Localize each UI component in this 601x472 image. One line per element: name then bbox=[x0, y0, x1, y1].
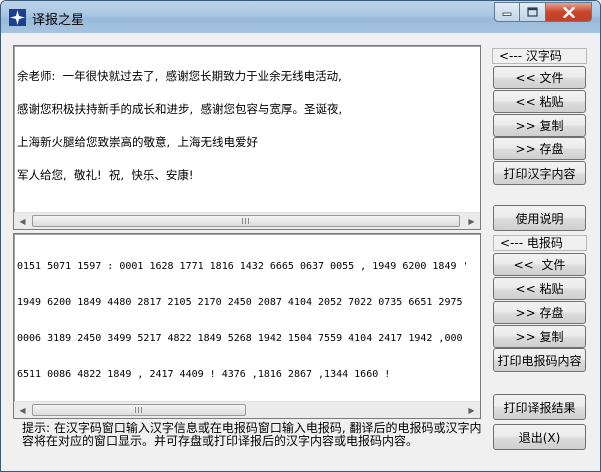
hanzi-textarea[interactable]: 余老师: 一年很快就过去了, 感谢您长期致力于业余无线电活动, 感谢您积极扶持新… bbox=[13, 45, 481, 230]
hanzi-line: 感谢您积极扶持新手的成长和进步, 感谢您包容与宽厚。圣诞夜, bbox=[17, 102, 343, 116]
telegraph-copy-button[interactable]: >> 复制 bbox=[493, 325, 586, 348]
print-telegraph-button[interactable]: 打印电报码内容 bbox=[493, 348, 586, 372]
scroll-left-arrow-icon[interactable]: ◀ bbox=[14, 402, 31, 418]
hanzi-open-file-button[interactable]: << 文件 bbox=[493, 66, 586, 89]
grip-icon bbox=[241, 218, 251, 224]
close-icon bbox=[562, 6, 575, 18]
hanzi-line: 上海新火腿给您致崇高的敬意, 上海无线电爱好 bbox=[17, 135, 258, 149]
scrollbar-thumb[interactable] bbox=[32, 215, 460, 227]
minimize-button[interactable] bbox=[494, 2, 520, 22]
client-area: 余老师: 一年很快就过去了, 感谢您长期致力于业余无线电活动, 感谢您积极扶持新… bbox=[9, 33, 594, 465]
title-bar[interactable]: 译报之星 bbox=[1, 1, 600, 33]
maximize-button[interactable] bbox=[520, 2, 546, 22]
hanzi-line: 余老师: 一年很快就过去了, 感谢您长期致力于业余无线电活动, bbox=[17, 69, 342, 83]
app-window: 译报之星 余老师: 一年很快就过去了, 感谢您长期致力于业余无线电活动, 感谢您… bbox=[0, 0, 601, 472]
telegraph-save-button[interactable]: >> 存盘 bbox=[493, 301, 586, 324]
telegraph-line: 0006 3189 2450 3499 5217 4822 1849 5268 … bbox=[17, 333, 463, 344]
print-hanzi-button[interactable]: 打印汉字内容 bbox=[493, 161, 586, 185]
hanzi-horizontal-scrollbar[interactable]: ◀ ▶ bbox=[14, 212, 480, 229]
telegraph-line: 1949 6200 1849 4480 2817 2105 2170 2450 … bbox=[17, 297, 463, 308]
close-button[interactable] bbox=[546, 2, 592, 22]
telegraph-horizontal-scrollbar[interactable]: ◀ ▶ bbox=[14, 401, 480, 418]
hanzi-save-button[interactable]: >> 存盘 bbox=[493, 137, 586, 160]
telegraph-textarea[interactable]: 0151 5071 1597 : 0001 1628 1771 1816 143… bbox=[13, 233, 481, 419]
scroll-right-arrow-icon[interactable]: ▶ bbox=[463, 402, 480, 418]
telegraph-line: 6511 0086 4822 1849 , 2417 4409 ! 4376 ,… bbox=[17, 369, 391, 380]
maximize-icon bbox=[527, 7, 538, 17]
hanzi-copy-button[interactable]: >> 复制 bbox=[493, 114, 586, 137]
hanzi-line: 军人给您, 敬礼! 祝, 快乐、安康! bbox=[17, 168, 194, 182]
scroll-right-arrow-icon[interactable]: ▶ bbox=[463, 213, 480, 229]
scroll-left-arrow-icon[interactable]: ◀ bbox=[14, 213, 31, 229]
hanzi-text: 余老师: 一年很快就过去了, 感谢您长期致力于业余无线电活动, 感谢您积极扶持新… bbox=[17, 49, 477, 203]
print-result-button[interactable]: 打印译报结果 bbox=[493, 394, 586, 420]
exit-button[interactable]: 退出(X) bbox=[493, 424, 586, 450]
telegraph-text: 0151 5071 1597 : 0001 1628 1771 1816 143… bbox=[17, 237, 477, 405]
scrollbar-thumb[interactable] bbox=[32, 404, 246, 416]
telegraph-code-label: <--- 电报码 bbox=[493, 235, 587, 251]
hint-text: 提示: 在汉字码窗口输入汉字信息或在电报码窗口输入电报码, 翻译后的电报码或汉字… bbox=[22, 421, 482, 448]
minimize-icon bbox=[502, 12, 512, 16]
app-star-icon bbox=[9, 9, 26, 26]
telegraph-line: 0151 5071 1597 : 0001 1628 1771 1816 143… bbox=[17, 261, 469, 272]
telegraph-paste-button[interactable]: << 粘贴 bbox=[493, 277, 586, 300]
hanzi-paste-button[interactable]: << 粘贴 bbox=[493, 90, 586, 113]
hanzi-code-label: <--- 汉字码 bbox=[492, 48, 587, 64]
grip-icon bbox=[134, 407, 144, 413]
window-title: 译报之星 bbox=[32, 13, 85, 28]
telegraph-open-file-button[interactable]: << 文件 bbox=[493, 253, 586, 276]
help-button[interactable]: 使用说明 bbox=[493, 205, 586, 231]
